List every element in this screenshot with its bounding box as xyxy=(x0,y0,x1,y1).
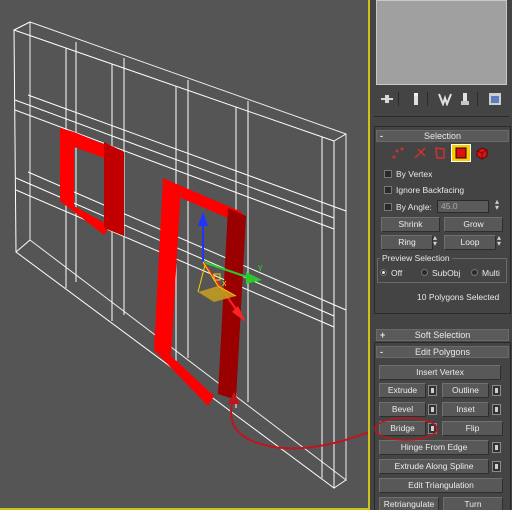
by-angle-checkbox[interactable] xyxy=(384,203,392,211)
extrude-settings-icon[interactable] xyxy=(428,385,437,396)
selection-rollout-header[interactable]: - Selection xyxy=(376,130,509,142)
angle-spinner[interactable] xyxy=(495,197,503,212)
selection-status-text: 10 Polygons Selected xyxy=(417,292,500,302)
preview-selection-title: Preview Selection xyxy=(380,253,452,263)
preview-off-label: Off xyxy=(391,268,403,278)
configure-modifier-sets-icon[interactable] xyxy=(487,91,503,107)
edit-triangulation-button[interactable]: Edit Triangulation xyxy=(379,478,503,493)
perspective-viewport[interactable]: x y xyxy=(0,0,370,510)
outline-settings-icon[interactable] xyxy=(492,385,501,396)
inset-button[interactable]: Inset xyxy=(442,402,489,417)
element-level-icon[interactable] xyxy=(475,146,489,160)
retriangulate-button[interactable]: Retriangulate xyxy=(379,497,439,510)
command-panel: - Selection By Vertex Ignore Backfacing … xyxy=(371,0,512,510)
soft-selection-rollout-header[interactable]: + Soft Selection xyxy=(376,329,509,341)
modifier-stack-list[interactable] xyxy=(376,0,507,85)
extrude-button[interactable]: Extrude xyxy=(379,383,426,398)
hinge-settings-icon[interactable] xyxy=(492,442,501,453)
grow-button[interactable]: Grow xyxy=(444,217,503,232)
by-angle-label: By Angle: xyxy=(396,202,432,212)
gizmo-axis-y-label: y xyxy=(258,262,263,272)
wall-wireframe xyxy=(13,21,347,489)
preview-subobj-radio[interactable] xyxy=(421,269,428,276)
preview-subobj-label: SubObj xyxy=(432,268,461,278)
annotation-circle xyxy=(374,417,438,441)
flip-button[interactable]: Flip xyxy=(442,421,503,436)
edge-level-icon[interactable] xyxy=(413,146,427,160)
soft-selection-title: Soft Selection xyxy=(414,330,471,340)
angle-value-field[interactable]: 45.0 xyxy=(437,200,489,213)
edit-polygons-title: Edit Polygons xyxy=(414,347,471,357)
show-end-result-icon[interactable] xyxy=(408,91,424,107)
loop-spinner[interactable] xyxy=(497,233,505,248)
by-vertex-checkbox[interactable] xyxy=(384,170,392,178)
extrude-along-spline-settings-icon[interactable] xyxy=(492,461,501,472)
inset-settings-icon[interactable] xyxy=(492,404,501,415)
preview-multi-radio[interactable] xyxy=(471,269,478,276)
wireframe-scene: x y xyxy=(13,21,368,489)
ignore-backfacing-checkbox[interactable] xyxy=(384,186,392,194)
polygon-level-icon[interactable] xyxy=(451,144,471,162)
preview-multi-label: Multi xyxy=(482,268,500,278)
pin-stack-icon[interactable] xyxy=(379,91,395,107)
ignore-backfacing-label: Ignore Backfacing xyxy=(396,185,465,195)
selection-rollout-title: Selection xyxy=(423,131,462,141)
loop-button[interactable]: Loop xyxy=(444,235,496,250)
ring-button[interactable]: Ring xyxy=(381,235,433,250)
shrink-button[interactable]: Shrink xyxy=(381,217,440,232)
turn-button[interactable]: Turn xyxy=(443,497,503,510)
annotation-arrow xyxy=(230,399,368,450)
make-unique-icon[interactable] xyxy=(437,91,453,107)
extrude-along-spline-button[interactable]: Extrude Along Spline xyxy=(379,459,489,474)
ring-spinner[interactable] xyxy=(433,233,441,248)
vertex-level-icon[interactable] xyxy=(391,146,405,160)
edit-polygons-rollout-header[interactable]: - Edit Polygons xyxy=(376,346,509,358)
preview-off-radio[interactable] xyxy=(380,269,387,276)
by-vertex-label: By Vertex xyxy=(396,169,433,179)
gizmo-axis-x-label: x xyxy=(222,278,227,288)
border-level-icon[interactable] xyxy=(433,146,447,160)
remove-modifier-icon[interactable] xyxy=(457,91,473,107)
outline-button[interactable]: Outline xyxy=(442,383,489,398)
command-panel-tabs xyxy=(371,88,512,110)
insert-vertex-button[interactable]: Insert Vertex xyxy=(379,365,501,380)
